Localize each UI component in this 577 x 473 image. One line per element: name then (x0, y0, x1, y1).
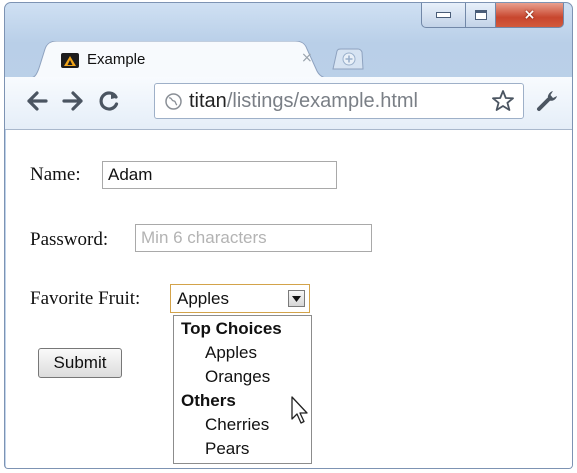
forward-arrow-icon (62, 91, 83, 111)
page-content: Name: Password: Favorite Fruit: Apples T… (6, 130, 572, 468)
page-info-icon[interactable] (165, 93, 182, 110)
address-bar[interactable]: titan/listings/example.html (154, 83, 524, 119)
option-cherries[interactable]: Cherries (205, 415, 269, 435)
wrench-icon[interactable] (535, 87, 561, 113)
option-oranges[interactable]: Oranges (205, 367, 270, 387)
bookmark-star-icon[interactable] (491, 89, 515, 113)
maximize-icon (474, 10, 487, 20)
url-host: titan (189, 90, 227, 112)
fruit-dropdown-list: Top Choices Apples Oranges Others Cherri… (173, 315, 312, 464)
back-arrow-icon (27, 91, 48, 111)
option-apples[interactable]: Apples (205, 343, 257, 363)
optgroup-others: Others (181, 391, 236, 410)
reload-button[interactable] (95, 87, 123, 115)
tab-title: Example (87, 51, 146, 68)
chevron-down-icon[interactable] (288, 290, 305, 307)
browser-window: × Example × titan/listings/example.html … (4, 2, 573, 469)
optgroup-top-choices: Top Choices (181, 319, 282, 338)
minimize-icon (436, 12, 451, 18)
fruit-label: Favorite Fruit: (30, 288, 141, 309)
back-button[interactable] (23, 87, 51, 115)
tab-close-icon[interactable]: × (301, 50, 313, 66)
tab-favicon-icon (61, 53, 79, 68)
url-path: /listings/example.html (226, 90, 418, 112)
tab-example[interactable]: Example × (25, 41, 335, 79)
option-pears[interactable]: Pears (205, 439, 249, 459)
submit-button[interactable]: Submit (38, 348, 122, 378)
forward-button[interactable] (59, 87, 87, 115)
name-label: Name: (30, 164, 81, 185)
minimize-button[interactable] (421, 3, 466, 28)
reload-icon (99, 91, 119, 111)
fruit-select-value: Apples (177, 289, 229, 308)
new-tab-button[interactable] (331, 48, 365, 70)
browser-toolbar: titan/listings/example.html (5, 77, 572, 130)
close-icon: × (523, 7, 536, 23)
password-label: Password: (30, 229, 109, 250)
address-url: titan/listings/example.html (189, 90, 418, 113)
fruit-select[interactable]: Apples (170, 284, 310, 313)
close-window-button[interactable]: × (496, 3, 564, 28)
password-input[interactable] (135, 224, 372, 252)
maximize-button[interactable] (466, 3, 496, 28)
name-input[interactable] (102, 161, 337, 189)
mouse-cursor-icon (291, 396, 308, 424)
